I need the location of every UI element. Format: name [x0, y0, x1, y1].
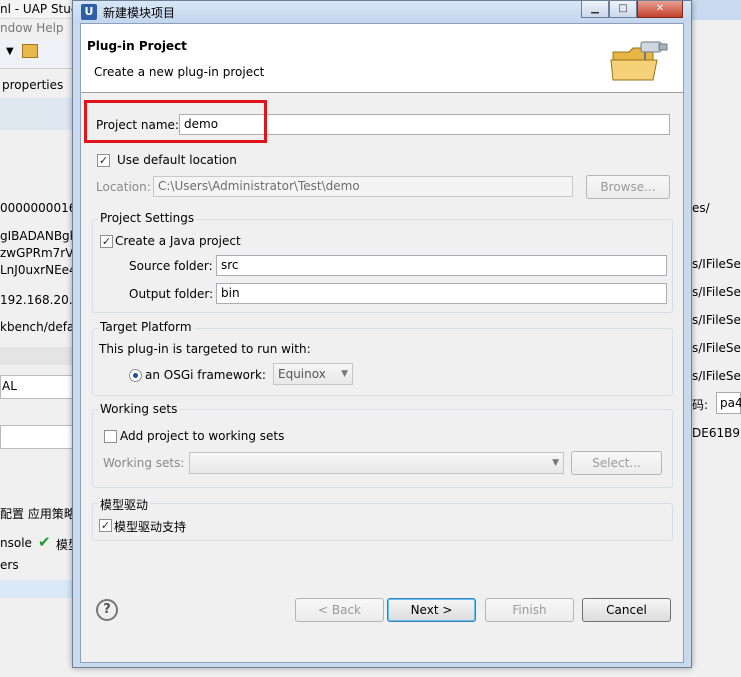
finish-button[interactable]: Finish	[485, 598, 574, 622]
highlight-annotation	[84, 100, 267, 143]
bg-line: LnJ0uxrNEe4	[0, 263, 72, 277]
dropdown-arrow-icon: ▼	[552, 458, 559, 468]
osgi-framework-radio[interactable]	[129, 369, 142, 382]
bg-line: 192.168.20.22	[0, 293, 72, 307]
target-platform-group	[92, 328, 673, 396]
model-driver-support-checkbox[interactable]: ✓	[99, 519, 112, 532]
location-label: Location:	[96, 180, 151, 194]
location-input[interactable]: C:\Users\Administrator\Test\demo	[153, 176, 573, 197]
dialog-title: 新建模块项目	[103, 6, 176, 20]
model-driver-title: 模型驱动	[98, 496, 151, 513]
create-java-project-checkbox[interactable]: ✓	[100, 235, 113, 248]
bg-right-line: s/IFileSe	[692, 285, 741, 299]
source-folder-label: Source folder:	[129, 259, 213, 273]
model-driver-support-label: 模型驱动支持	[114, 520, 187, 534]
bg-right-line: s/IFileSe	[692, 313, 741, 327]
dropdown-arrow-icon: ▼	[341, 369, 348, 379]
add-to-working-sets-label: Add project to working sets	[120, 429, 285, 443]
bg-line: zwGPRm7rVm	[0, 246, 72, 260]
plugin-folder-icon	[610, 41, 668, 81]
wizard-description: Create a new plug-in project	[94, 65, 265, 79]
maximize-button[interactable]: □	[609, 1, 637, 18]
browse-button[interactable]: Browse...	[586, 175, 670, 199]
bg-line: 000000001604	[0, 201, 72, 215]
output-folder-input[interactable]: bin	[216, 283, 667, 304]
bg-right-line: DE61B9	[692, 426, 740, 440]
check-icon: ✔	[38, 533, 51, 551]
wizard-header: Plug-in Project Create a new plug-in pro…	[81, 24, 683, 93]
bg-line: gIBADANBgk	[0, 229, 72, 243]
bg-console-tab[interactable]: nsole	[0, 536, 32, 550]
working-sets-label: Working sets:	[103, 456, 185, 470]
create-java-project-label: Create a Java project	[115, 234, 241, 248]
bg-right-line: es/	[692, 201, 710, 215]
output-folder-label: Output folder:	[129, 287, 214, 301]
use-default-location-checkbox[interactable]: ✓	[97, 154, 110, 167]
working-sets-title: Working sets	[98, 402, 180, 416]
ide-toolbar: ▼	[0, 40, 72, 69]
ide-properties-tab[interactable]: properties	[2, 78, 63, 92]
osgi-framework-value: Equinox	[278, 367, 326, 381]
source-folder-input[interactable]: src	[216, 255, 667, 276]
back-button[interactable]: < Back	[295, 598, 384, 622]
project-settings-title: Project Settings	[98, 211, 197, 225]
bg-right-line: pa4	[720, 396, 741, 410]
close-button[interactable]: ✕	[637, 1, 683, 18]
app-icon: U	[81, 4, 97, 20]
add-to-working-sets-checkbox[interactable]	[104, 430, 117, 443]
ide-title: nl - UAP Stud	[0, 2, 79, 16]
target-platform-description: This plug-in is targeted to run with:	[99, 342, 311, 356]
cancel-button[interactable]: Cancel	[582, 598, 671, 622]
help-icon[interactable]: ?	[96, 599, 118, 621]
bg-line: AL	[2, 379, 17, 393]
select-working-sets-button[interactable]: Select...	[571, 451, 662, 475]
bg-right-line: s/IFileSe	[692, 257, 741, 271]
bg-line: kbench/defau	[0, 320, 72, 334]
ide-menu[interactable]: ndow Help	[0, 21, 64, 35]
minimize-button[interactable]: ▁	[581, 1, 609, 18]
target-platform-title: Target Platform	[98, 320, 194, 334]
bg-tab[interactable]: 配置 应用策略	[0, 505, 72, 522]
bg-right-line: 码:	[692, 398, 709, 412]
use-default-location-label: Use default location	[117, 153, 237, 167]
next-button[interactable]: Next >	[387, 598, 476, 622]
open-folder-icon[interactable]	[22, 44, 38, 58]
working-sets-select[interactable]: ▼	[189, 452, 564, 474]
bg-right-line: s/IFileSe	[692, 369, 741, 383]
dialog-titlebar[interactable]: U 新建模块项目 ▁ □ ✕	[73, 1, 691, 23]
wizard-title: Plug-in Project	[87, 39, 187, 53]
bg-right-line: s/IFileSe	[692, 341, 741, 355]
osgi-framework-select[interactable]: Equinox ▼	[273, 363, 353, 385]
bg-line: ers	[0, 558, 19, 572]
working-sets-group	[92, 409, 673, 488]
osgi-framework-label: an OSGi framework:	[145, 368, 266, 382]
chevron-down-icon[interactable]: ▼	[6, 46, 14, 57]
